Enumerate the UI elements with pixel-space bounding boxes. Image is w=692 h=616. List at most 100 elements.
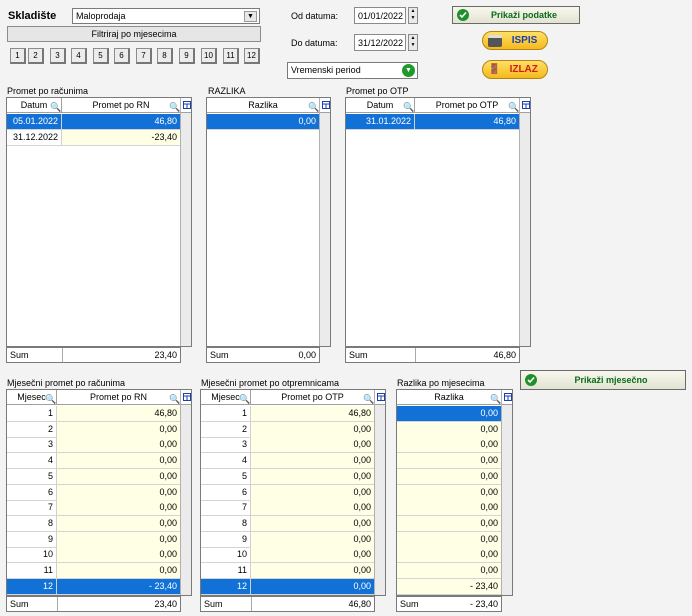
print-button[interactable]: ISPIS	[482, 31, 548, 50]
month-button-11[interactable]: 11	[223, 48, 239, 64]
table-row[interactable]: 0,00	[397, 468, 502, 485]
search-icon[interactable]: 🔍	[50, 100, 61, 112]
table-row[interactable]: 0,00	[397, 484, 502, 501]
column-header-promet-rn[interactable]: Promet po RN 🔍	[57, 390, 181, 404]
column-header-datum[interactable]: Datum 🔍	[7, 98, 62, 112]
table-row[interactable]: 6 0,00	[7, 484, 181, 501]
to-date-input[interactable]: 31/12/2022	[354, 34, 406, 51]
search-icon[interactable]: 🔍	[403, 100, 414, 112]
to-date-spinner[interactable]: ▲ ▼	[408, 34, 418, 51]
table-row[interactable]: 12 0,00	[201, 578, 375, 595]
table-row[interactable]: 5 0,00	[7, 468, 181, 485]
column-header-promet-otp[interactable]: Promet po OTP 🔍	[251, 390, 375, 404]
month-button-9[interactable]: 9	[179, 48, 195, 64]
table-row[interactable]: 0,00	[397, 515, 502, 532]
search-icon[interactable]: 🔍	[45, 392, 56, 404]
table-row[interactable]: 3 0,00	[201, 437, 375, 454]
show-monthly-button[interactable]: Prikaži mjesečno	[520, 370, 686, 390]
vertical-scrollbar[interactable]	[319, 98, 330, 346]
table-row[interactable]: 05.01.2022 46,80	[7, 114, 181, 130]
table-row[interactable]: 4 0,00	[201, 453, 375, 470]
column-header-datum[interactable]: Datum 🔍	[346, 98, 415, 112]
table-row[interactable]: 11 0,00	[201, 563, 375, 579]
search-icon[interactable]: 🔍	[239, 392, 250, 404]
table-row[interactable]: 0,00	[397, 531, 502, 548]
chevron-down-icon[interactable]: ▼	[244, 11, 257, 22]
month-button-5[interactable]: 5	[93, 48, 109, 64]
vertical-scrollbar[interactable]	[180, 390, 191, 595]
search-icon[interactable]: 🔍	[169, 100, 180, 112]
search-icon[interactable]: 🔍	[363, 392, 374, 404]
monthly-otp-grid[interactable]: Mjesec 🔍 Promet po OTP 🔍 1 46,80 2 0,00 3 0,00 4…	[200, 389, 386, 596]
table-row[interactable]: 0,00	[397, 453, 502, 470]
column-header-razlika[interactable]: Razlika 🔍	[397, 390, 502, 404]
month-button-3[interactable]: 3	[50, 48, 66, 64]
from-date-input[interactable]: 01/01/2022	[354, 7, 406, 24]
column-chooser-icon[interactable]	[320, 98, 330, 113]
column-chooser-icon[interactable]	[181, 390, 191, 405]
table-row[interactable]: 9 0,00	[201, 531, 375, 548]
table-row[interactable]: 8 0,00	[201, 515, 375, 532]
search-icon[interactable]: 🔍	[490, 392, 501, 404]
table-row[interactable]: 7 0,00	[7, 500, 181, 517]
table-row[interactable]: 0,00	[397, 437, 502, 454]
table-row[interactable]: 0,00	[397, 406, 502, 422]
column-header-promet-rn[interactable]: Promet po RN 🔍	[62, 98, 181, 112]
column-chooser-icon[interactable]	[375, 390, 385, 405]
column-chooser-icon[interactable]	[520, 98, 530, 113]
table-row[interactable]: 3 0,00	[7, 437, 181, 454]
table-row[interactable]: 0,00	[397, 500, 502, 517]
from-date-spinner[interactable]: ▲ ▼	[408, 7, 418, 24]
month-button-12[interactable]: 12	[244, 48, 260, 64]
vertical-scrollbar[interactable]	[180, 98, 191, 346]
vertical-scrollbar[interactable]	[501, 390, 512, 595]
month-button-10[interactable]: 10	[201, 48, 217, 64]
table-row[interactable]: 1 46,80	[7, 406, 181, 422]
table-row[interactable]: 6 0,00	[201, 484, 375, 501]
column-header-mjesec[interactable]: Mjesec 🔍	[201, 390, 251, 404]
table-row[interactable]: - 23,40	[397, 578, 502, 595]
column-chooser-icon[interactable]	[181, 98, 191, 113]
month-button-2[interactable]: 2	[28, 48, 44, 64]
table-row[interactable]: 10 0,00	[7, 547, 181, 564]
table-row[interactable]: 0,00	[207, 114, 320, 130]
monthly-rn-grid[interactable]: Mjesec 🔍 Promet po RN 🔍 1 46,80 2 0,00 3 0,00 4 0…	[6, 389, 192, 596]
warehouse-select[interactable]: Maloprodaja ▼	[72, 8, 260, 24]
table-row[interactable]: 31.01.2022 46,80	[346, 114, 520, 130]
period-select[interactable]: Vremenski period ▼	[287, 62, 418, 79]
table-row[interactable]: 31.12.2022 -23,40	[7, 130, 181, 146]
table-row[interactable]: 9 0,00	[7, 531, 181, 548]
table-row[interactable]: 1 46,80	[201, 406, 375, 422]
table-row[interactable]: 8 0,00	[7, 515, 181, 532]
column-header-razlika[interactable]: Razlika 🔍	[207, 98, 320, 112]
table-row[interactable]: 0,00	[397, 563, 502, 579]
show-data-button[interactable]: Prikaži podatke	[452, 6, 580, 24]
exit-button[interactable]: 🚪 IZLAZ	[482, 60, 548, 79]
table-row[interactable]: 2 0,00	[7, 421, 181, 438]
search-icon[interactable]: 🔍	[169, 392, 180, 404]
table-row[interactable]: 10 0,00	[201, 547, 375, 564]
razlika-grid[interactable]: Razlika 🔍 0,00	[206, 97, 331, 347]
column-header-promet-otp[interactable]: Promet po OTP 🔍	[415, 98, 520, 112]
monthly-razlika-grid[interactable]: Razlika 🔍 0,00 0,00 0,00 0,00 0,00 0,00 0,00 0,0…	[396, 389, 513, 596]
table-row[interactable]: 0,00	[397, 547, 502, 564]
promet-rn-grid[interactable]: Datum 🔍 Promet po RN 🔍 05.01.2022 46,80 31…	[6, 97, 192, 347]
chevron-down-circle-icon[interactable]: ▼	[402, 64, 415, 77]
table-row[interactable]: 0,00	[397, 421, 502, 438]
table-row[interactable]: 11 0,00	[7, 563, 181, 579]
column-header-mjesec[interactable]: Mjesec 🔍	[7, 390, 57, 404]
month-button-1[interactable]: 1	[10, 48, 26, 64]
search-icon[interactable]: 🔍	[508, 100, 519, 112]
table-row[interactable]: 12- 23,40	[7, 578, 181, 595]
vertical-scrollbar[interactable]	[374, 390, 385, 595]
table-row[interactable]: 4 0,00	[7, 453, 181, 470]
table-row[interactable]: 5 0,00	[201, 468, 375, 485]
month-button-7[interactable]: 7	[136, 48, 152, 64]
month-button-4[interactable]: 4	[71, 48, 87, 64]
table-row[interactable]: 7 0,00	[201, 500, 375, 517]
month-button-6[interactable]: 6	[114, 48, 130, 64]
promet-otp-grid[interactable]: Datum 🔍 Promet po OTP 🔍 31.01.2022 46,80	[345, 97, 531, 347]
table-row[interactable]: 2 0,00	[201, 421, 375, 438]
vertical-scrollbar[interactable]	[519, 98, 530, 346]
search-icon[interactable]: 🔍	[308, 100, 319, 112]
